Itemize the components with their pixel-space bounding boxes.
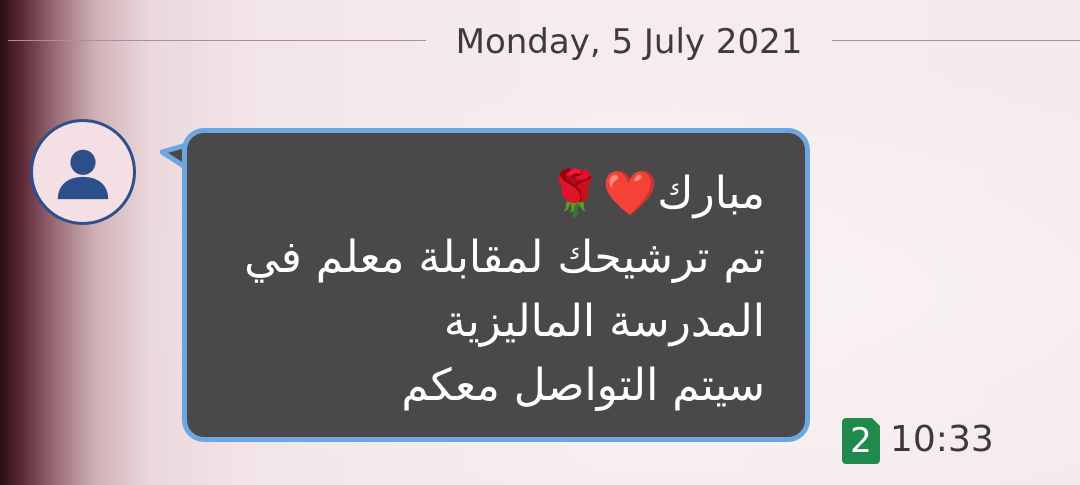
- avatar[interactable]: [30, 119, 136, 225]
- sim-badge: 2: [842, 418, 880, 464]
- message-line: سيتم التواصل معكم: [401, 360, 765, 411]
- date-separator-line-left: [8, 40, 426, 41]
- date-separator: Monday, 5 July 2021: [455, 22, 803, 62]
- message-line: مبارك❤️🌹: [547, 168, 765, 219]
- person-icon: [57, 149, 109, 200]
- message-line: المدرسة الماليزية: [443, 296, 765, 347]
- message-time: 10:33: [890, 419, 994, 460]
- message-text: مبارك❤️🌹 تم ترشيحك لمقابلة معلم في المدر…: [205, 162, 765, 418]
- date-separator-line-right: [832, 40, 1080, 41]
- message-line: تم ترشيحك لمقابلة معلم في: [244, 232, 765, 283]
